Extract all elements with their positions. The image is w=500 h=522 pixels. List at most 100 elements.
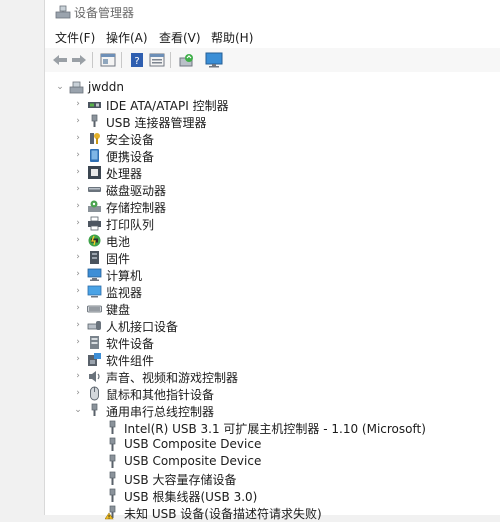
tree-item-computer[interactable]: › 计算机 — [45, 266, 500, 283]
chevron-right-icon[interactable]: › — [73, 266, 83, 283]
tree-item-label: 通用串行总线控制器 — [106, 405, 215, 419]
hid-icon — [87, 318, 102, 333]
chevron-right-icon[interactable]: › — [73, 300, 83, 317]
root-label: jwddn — [88, 80, 124, 94]
disk-drive-icon — [87, 182, 102, 197]
chevron-right-icon[interactable]: › — [73, 317, 83, 334]
toolbar: ? — [45, 48, 500, 73]
tree-item-battery[interactable]: › 电池 — [45, 232, 500, 249]
print-queue-icon — [87, 216, 102, 231]
device-manager-window: 设备管理器 文件(F) 操作(A) 查看(V) 帮助(H) ? ⌄ jwddn … — [44, 0, 500, 521]
tree-child-item[interactable]: USB 大容量存储设备 — [45, 470, 500, 487]
tree-item-disk[interactable]: › 磁盘驱动器 — [45, 181, 500, 198]
usb-plug-icon — [105, 420, 120, 435]
mouse-icon — [87, 386, 102, 401]
menu-view[interactable]: 查看(V) — [159, 29, 201, 46]
warning-usb-icon — [105, 505, 120, 520]
tree-item-sound[interactable]: › 声音、视频和游戏控制器 — [45, 368, 500, 385]
chevron-right-icon[interactable]: › — [73, 96, 83, 113]
tree-child-item[interactable]: USB Composite Device — [45, 453, 500, 470]
menu-help[interactable]: 帮助(H) — [211, 29, 253, 46]
tree-item-hid[interactable]: › 人机接口设备 — [45, 317, 500, 334]
chevron-right-icon[interactable]: › — [73, 368, 83, 385]
tree-child-item[interactable]: USB Composite Device — [45, 436, 500, 453]
tree-child-label: USB Composite Device — [124, 454, 262, 468]
tree-child-label: USB 根集线器(USB 3.0) — [124, 490, 258, 504]
tree-item-print[interactable]: › 打印队列 — [45, 215, 500, 232]
chevron-down-icon[interactable]: ⌄ — [55, 79, 65, 96]
chevron-right-icon[interactable]: › — [73, 232, 83, 249]
tree-item-monitor[interactable]: › 监视器 — [45, 283, 500, 300]
tree-item-usb-controllers[interactable]: ⌄ 通用串行总线控制器 — [45, 402, 500, 419]
chevron-right-icon[interactable]: › — [73, 164, 83, 181]
chevron-right-icon[interactable]: › — [73, 198, 83, 215]
chevron-right-icon[interactable]: › — [73, 351, 83, 368]
forward-arrow-icon[interactable] — [70, 51, 88, 69]
chevron-right-icon[interactable]: › — [73, 113, 83, 130]
processor-icon — [87, 165, 102, 180]
chevron-right-icon[interactable]: › — [73, 385, 83, 402]
chevron-right-icon[interactable]: › — [73, 181, 83, 198]
window-title: 设备管理器 — [74, 6, 135, 20]
computer-icon — [87, 267, 102, 282]
tree-child-item[interactable]: 未知 USB 设备(设备描述符请求失败) — [45, 504, 500, 521]
chevron-right-icon[interactable]: › — [73, 215, 83, 232]
usb-plug-icon — [105, 471, 120, 486]
tree-item-firmware[interactable]: › 固件 — [45, 249, 500, 266]
tree-item-label: 软件组件 — [106, 354, 155, 368]
back-arrow-icon[interactable] — [51, 51, 69, 69]
battery-icon — [87, 233, 102, 248]
help-icon[interactable]: ? — [128, 51, 146, 69]
tree-item-label: 人机接口设备 — [106, 320, 179, 334]
device-tree: ⌄ jwddn › IDE ATA/ATAPI 控制器 › USB 连接器管理器… — [45, 72, 500, 521]
tree-item-label: 鼠标和其他指针设备 — [106, 388, 215, 402]
title-bar: 设备管理器 — [45, 0, 500, 24]
menu-action[interactable]: 操作(A) — [106, 29, 148, 46]
tree-child-item[interactable]: Intel(R) USB 3.1 可扩展主机控制器 - 1.10 (Micros… — [45, 419, 500, 436]
keyboard-icon — [87, 301, 102, 316]
tree-item-ide[interactable]: › IDE ATA/ATAPI 控制器 — [45, 96, 500, 113]
tree-item-label: 便携设备 — [106, 150, 155, 164]
update-driver-icon[interactable] — [177, 51, 195, 69]
monitor-scan-icon[interactable] — [205, 51, 223, 69]
properties-icon[interactable] — [99, 51, 117, 69]
tree-root[interactable]: ⌄ jwddn — [45, 79, 500, 96]
details-view-icon[interactable] — [148, 51, 166, 69]
tree-item-label: USB 连接器管理器 — [106, 116, 207, 130]
tree-item-security[interactable]: › 安全设备 — [45, 130, 500, 147]
tree-item-label: 打印队列 — [106, 218, 155, 232]
tree-item-software-component[interactable]: › 软件组件 — [45, 351, 500, 368]
tree-child-item[interactable]: USB 根集线器(USB 3.0) — [45, 487, 500, 504]
storage-controller-icon — [87, 199, 102, 214]
tree-item-mouse[interactable]: › 鼠标和其他指针设备 — [45, 385, 500, 402]
chevron-right-icon[interactable]: › — [73, 147, 83, 164]
usb-plug-icon — [105, 488, 120, 503]
tree-child-label: USB 大容量存储设备 — [124, 473, 237, 487]
ide-controller-icon — [87, 97, 102, 112]
tree-item-processor[interactable]: › 处理器 — [45, 164, 500, 181]
device-manager-app-icon — [55, 5, 71, 19]
tree-item-label: 软件设备 — [106, 337, 155, 351]
chevron-down-icon[interactable]: ⌄ — [73, 402, 83, 419]
usb-controller-icon — [87, 403, 102, 418]
tree-item-usb-connector[interactable]: › USB 连接器管理器 — [45, 113, 500, 130]
tree-item-storage[interactable]: › 存储控制器 — [45, 198, 500, 215]
firmware-icon — [87, 250, 102, 265]
tree-item-label: 处理器 — [106, 167, 143, 181]
tree-item-label: 监视器 — [106, 286, 143, 300]
tree-item-portable[interactable]: › 便携设备 — [45, 147, 500, 164]
svg-text:?: ? — [134, 56, 139, 67]
tree-item-label: 磁盘驱动器 — [106, 184, 167, 198]
tree-item-label: 声音、视频和游戏控制器 — [106, 371, 239, 385]
chevron-right-icon[interactable]: › — [73, 130, 83, 147]
chevron-right-icon[interactable]: › — [73, 283, 83, 300]
tree-item-software-device[interactable]: › 软件设备 — [45, 334, 500, 351]
chevron-right-icon[interactable]: › — [73, 334, 83, 351]
tree-item-keyboard[interactable]: › 键盘 — [45, 300, 500, 317]
portable-device-icon — [87, 148, 102, 163]
tree-item-label: IDE ATA/ATAPI 控制器 — [106, 99, 229, 113]
security-device-icon — [87, 131, 102, 146]
software-component-icon — [87, 352, 102, 367]
menu-file[interactable]: 文件(F) — [55, 29, 95, 46]
chevron-right-icon[interactable]: › — [73, 249, 83, 266]
